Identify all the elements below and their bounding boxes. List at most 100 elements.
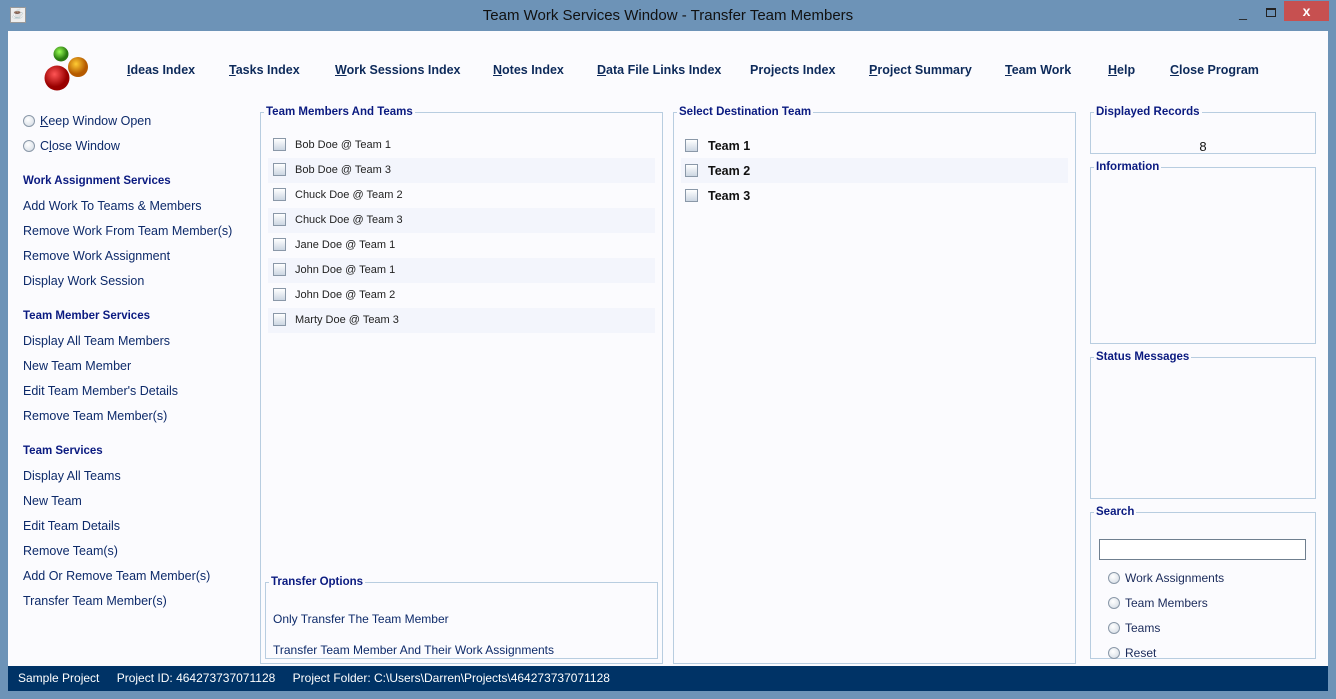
checkbox[interactable]	[685, 189, 698, 202]
checkbox[interactable]	[273, 288, 286, 301]
transfer-option-with-work[interactable]: Transfer Team Member And Their Work Assi…	[273, 643, 554, 657]
close-window-radio[interactable]: Close Window	[23, 139, 120, 153]
checkbox[interactable]	[273, 238, 286, 251]
search-option-reset[interactable]: Reset	[1108, 646, 1156, 660]
team-member-item[interactable]: John Doe @ Team 1	[268, 258, 655, 283]
radio-icon	[23, 140, 35, 152]
nav-label: deas Index	[130, 63, 196, 77]
team-member-item[interactable]: Bob Doe @ Team 1	[268, 133, 655, 158]
search-panel: Search Work Assignments Team Members Teams…	[1090, 506, 1316, 660]
team-member-item[interactable]: Chuck Doe @ Team 3	[268, 208, 655, 233]
sidebar-link-edit-team-details[interactable]: Edit Team Details	[23, 519, 120, 533]
member-label: John Doe @ Team 1	[295, 264, 396, 276]
nav-label: ata File Links Index	[606, 63, 722, 77]
nav-label: asks Index	[235, 63, 300, 77]
checkbox[interactable]	[685, 139, 698, 152]
checkbox[interactable]	[273, 213, 286, 226]
destination-team-item[interactable]: Team 1	[681, 133, 1068, 158]
checkbox[interactable]	[273, 138, 286, 151]
search-option-work-assignments[interactable]: Work Assignments	[1108, 571, 1224, 585]
sidebar-link-add-work-to-teams-members[interactable]: Add Work To Teams & Members	[23, 199, 202, 213]
app-logo	[44, 46, 88, 91]
project-name: Sample Project	[18, 671, 100, 685]
member-label: Marty Doe @ Team 3	[295, 314, 399, 326]
option-label: Teams	[1125, 621, 1161, 635]
team-member-item[interactable]: Marty Doe @ Team 3	[268, 308, 655, 333]
search-input[interactable]	[1099, 539, 1306, 560]
radio-icon	[1108, 647, 1120, 659]
mnemonic: N	[493, 63, 503, 77]
search-option-teams[interactable]: Teams	[1108, 621, 1160, 635]
mnemonic: T	[229, 63, 236, 77]
checkbox[interactable]	[273, 263, 286, 276]
destination-team-item[interactable]: Team 2	[681, 158, 1068, 183]
panel-title: Displayed Records	[1096, 106, 1200, 118]
team-label: Team 3	[708, 189, 751, 203]
sidebar-link-remove-team-s-[interactable]: Remove Team(s)	[23, 544, 118, 558]
sidebar-link-transfer-team-member-s-[interactable]: Transfer Team Member(s)	[23, 594, 167, 608]
panel-title: Status Messages	[1096, 351, 1190, 363]
nav-tasks-index[interactable]: Tasks Index	[229, 63, 300, 77]
sidebar-link-remove-work-assignment[interactable]: Remove Work Assignment	[23, 249, 170, 263]
nav-label: otes Index	[502, 63, 564, 77]
panel-title: Team Members And Teams	[266, 106, 413, 118]
keep-window-open-label: Keep Window Open	[40, 114, 152, 128]
team-member-item[interactable]: Bob Doe @ Team 3	[268, 158, 655, 183]
sidebar-heading: Work Assignment Services	[23, 175, 171, 187]
close-button[interactable]: x	[1284, 1, 1329, 21]
sidebar-heading: Team Services	[23, 445, 103, 457]
sidebar-link-display-work-session[interactable]: Display Work Session	[23, 274, 144, 288]
nav-projects-index[interactable]: Projects Index	[750, 63, 835, 77]
nav-team-work[interactable]: Team Work	[1005, 63, 1071, 77]
sidebar-link-remove-work-from-team-member-s-[interactable]: Remove Work From Team Member(s)	[23, 224, 232, 238]
nav-label: ork Sessions Index	[346, 63, 461, 77]
panel-title: Information	[1096, 161, 1160, 173]
sidebar-link-display-all-team-members[interactable]: Display All Team Members	[23, 334, 170, 348]
minimize-button[interactable]: _	[1230, 4, 1256, 22]
checkbox[interactable]	[685, 164, 698, 177]
team-member-item[interactable]: Jane Doe @ Team 1	[268, 233, 655, 258]
nav-label: roject Summary	[877, 63, 972, 77]
keep-window-open-radio[interactable]: Keep Window Open	[23, 114, 151, 128]
mnemonic: H	[1108, 63, 1118, 77]
sidebar-heading: Team Member Services	[23, 310, 150, 322]
transfer-options-panel: Transfer Options Only Transfer The Team …	[265, 576, 658, 659]
panel-title: Select Destination Team	[679, 106, 812, 118]
team-member-item[interactable]: Chuck Doe @ Team 2	[268, 183, 655, 208]
sidebar-link-remove-team-member-s-[interactable]: Remove Team Member(s)	[23, 409, 167, 423]
sidebar-link-edit-team-member-s-details[interactable]: Edit Team Member's Details	[23, 384, 178, 398]
nav-help[interactable]: Help	[1108, 63, 1135, 77]
mnemonic: D	[597, 63, 607, 77]
member-label: Bob Doe @ Team 1	[295, 139, 391, 151]
status-messages-panel: Status Messages	[1090, 351, 1316, 499]
checkbox[interactable]	[273, 163, 286, 176]
search-option-team-members[interactable]: Team Members	[1108, 596, 1208, 610]
radio-icon	[1108, 622, 1120, 634]
status-bar: Sample Project Project ID: 4642737370711…	[8, 666, 1328, 691]
sidebar-link-new-team[interactable]: New Team	[23, 494, 82, 508]
checkbox[interactable]	[273, 313, 286, 326]
nav-label: elp	[1117, 63, 1136, 77]
team-label: Team 1	[708, 139, 751, 153]
destination-team-item[interactable]: Team 3	[681, 183, 1068, 208]
maximize-button[interactable]	[1258, 4, 1284, 22]
mnemonic: W	[335, 63, 347, 77]
sidebar-link-display-all-teams[interactable]: Display All Teams	[23, 469, 121, 483]
nav-label: Projects Index	[750, 63, 836, 77]
sidebar-link-add-or-remove-team-member-s-[interactable]: Add Or Remove Team Member(s)	[23, 569, 210, 583]
sidebar-link-new-team-member[interactable]: New Team Member	[23, 359, 131, 373]
nav-work-sessions-index[interactable]: Work Sessions Index	[335, 63, 461, 77]
team-member-item[interactable]: John Doe @ Team 2	[268, 283, 655, 308]
nav-data-file-links-index[interactable]: Data File Links Index	[597, 63, 721, 77]
nav-close-program[interactable]: Close Program	[1170, 63, 1259, 77]
member-label: Bob Doe @ Team 3	[295, 164, 391, 176]
nav-project-summary[interactable]: Project Summary	[869, 63, 972, 77]
mnemonic: T	[1005, 63, 1012, 77]
nav-ideas-index[interactable]: Ideas Index	[127, 63, 195, 77]
checkbox[interactable]	[273, 188, 286, 201]
member-label: Chuck Doe @ Team 3	[295, 214, 403, 226]
project-folder: Project Folder: C:\Users\Darren\Projects…	[292, 671, 610, 685]
nav-notes-index[interactable]: Notes Index	[493, 63, 564, 77]
team-label: Team 2	[708, 164, 751, 178]
transfer-option-only-member[interactable]: Only Transfer The Team Member	[273, 612, 449, 626]
